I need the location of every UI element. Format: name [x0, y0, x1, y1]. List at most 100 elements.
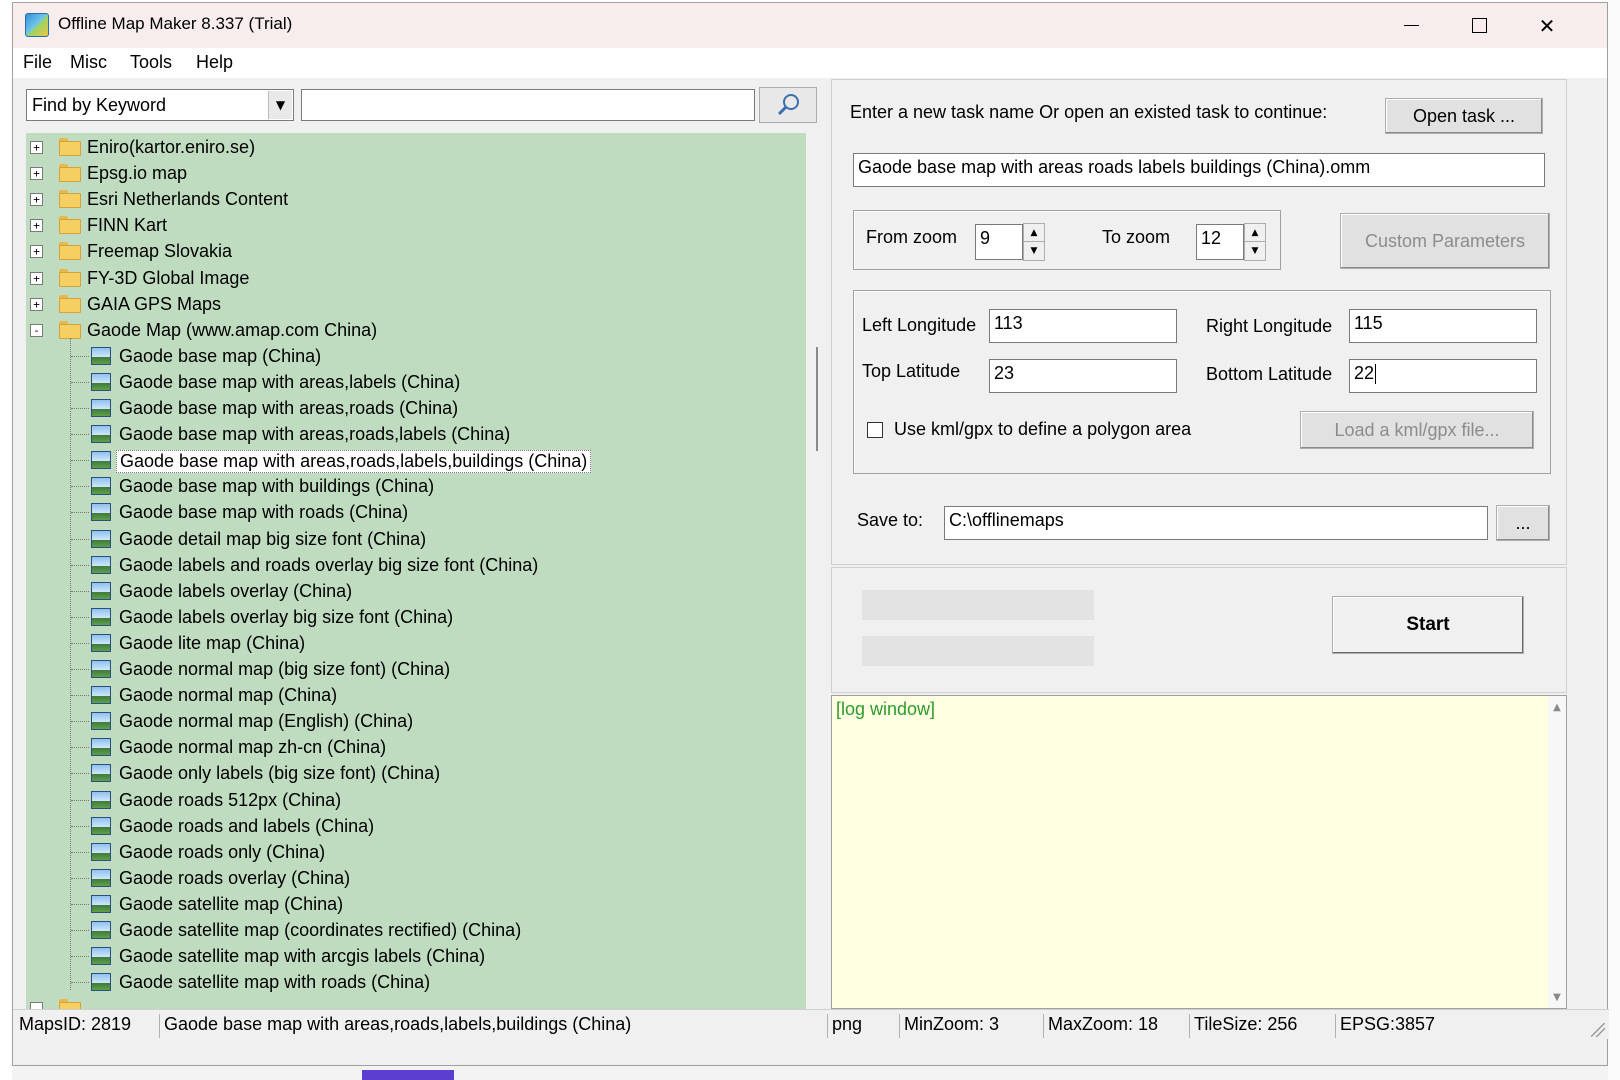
tree-map-label: Gaode base map with areas,labels (China): [119, 371, 461, 392]
kml-polygon-checkbox[interactable]: [867, 422, 883, 438]
tree-connector-line: [71, 512, 89, 514]
right-longitude-input[interactable]: 115: [1349, 309, 1537, 343]
tree-folder-label: FY-3D Global Image: [87, 267, 250, 288]
menu-tools[interactable]: Tools: [130, 52, 172, 73]
folder-open-icon: [59, 320, 81, 339]
tree-map-label: Gaode labels overlay big size font (Chin…: [119, 606, 454, 627]
resize-grip-icon[interactable]: [1591, 1023, 1605, 1037]
progress-panel: Start: [831, 567, 1567, 693]
browse-folder-button[interactable]: ...: [1496, 505, 1550, 541]
expand-icon[interactable]: +: [30, 167, 43, 181]
menu-bar: File Misc Tools Help: [13, 48, 1607, 78]
tree-scrollbar[interactable]: [816, 347, 818, 451]
chevron-up-icon[interactable]: ▲: [1245, 224, 1265, 242]
to-zoom-spinner[interactable]: ▲ ▼: [1244, 223, 1266, 261]
task-name-input[interactable]: Gaode base map with areas roads labels b…: [853, 153, 1545, 187]
tree-connector-line: [71, 825, 89, 827]
search-mode-value: Find by Keyword: [32, 95, 167, 115]
tree-map-label: Gaode lite map (China): [119, 632, 306, 653]
tree-map-label: Gaode normal map (China): [119, 685, 338, 706]
right-longitude-label: Right Longitude: [1206, 316, 1333, 336]
save-path-input[interactable]: C:\offlinemaps: [944, 506, 1488, 540]
map-image-icon: [91, 973, 111, 992]
log-scrollbar[interactable]: ▲ ▼: [1548, 696, 1566, 1008]
app-window: Offline Map Maker 8.337 (Trial) ✕ File M…: [12, 2, 1609, 1066]
progress-bar-1: [862, 590, 1094, 620]
search-mode-select[interactable]: Find by Keyword ▼: [26, 89, 294, 121]
tree-connector-line: [71, 930, 89, 931]
folder-icon: [59, 242, 81, 261]
start-button[interactable]: Start: [1332, 596, 1524, 654]
log-window[interactable]: [log window] ▲ ▼: [831, 695, 1567, 1009]
expand-icon[interactable]: [30, 1002, 43, 1009]
map-image-icon: [91, 581, 111, 600]
expand-icon[interactable]: +: [30, 271, 43, 285]
menu-misc[interactable]: Misc: [70, 52, 107, 73]
to-zoom-label: To zoom: [1102, 227, 1171, 247]
expand-icon[interactable]: +: [30, 193, 43, 207]
folder-icon: [59, 294, 81, 313]
folder-icon: [59, 138, 81, 156]
search-button[interactable]: [759, 87, 817, 123]
to-zoom-input[interactable]: 12: [1196, 224, 1244, 260]
progress-bar-2: [862, 636, 1094, 666]
chevron-down-icon[interactable]: ▼: [268, 91, 292, 119]
load-kml-button[interactable]: Load a kml/gpx file...: [1300, 411, 1534, 449]
tree-map-label: Gaode base map with areas,roads,labels,b…: [116, 450, 592, 474]
status-tile-size: TileSize: 256: [1189, 1014, 1297, 1038]
from-zoom-input[interactable]: 9: [975, 224, 1023, 260]
close-button[interactable]: ✕: [1513, 3, 1581, 48]
tree-map-label: Gaode labels and roads overlay big size …: [119, 554, 539, 575]
search-input[interactable]: [301, 89, 755, 121]
map-image-icon: [91, 921, 111, 939]
tree-map-label: Gaode roads and labels (China): [119, 815, 375, 836]
expand-icon[interactable]: +: [30, 141, 43, 154]
tree-connector-line: [71, 747, 89, 749]
tree-map-label: Gaode base map with buildings (China): [119, 476, 435, 497]
tree-map-label: Gaode normal map zh-cn (China): [119, 737, 387, 758]
collapse-icon[interactable]: -: [30, 323, 43, 337]
custom-parameters-button[interactable]: Custom Parameters: [1340, 213, 1550, 269]
tree-connector-line: [71, 903, 89, 905]
status-bar: MapsID: 2819 Gaode base map with areas,r…: [13, 1009, 1609, 1039]
scroll-up-icon[interactable]: ▲: [1548, 698, 1566, 716]
expand-icon[interactable]: +: [30, 245, 43, 259]
status-max-zoom: MaxZoom: 18: [1043, 1014, 1158, 1038]
expand-icon[interactable]: +: [30, 297, 43, 311]
map-image-icon: [91, 399, 111, 417]
bottom-latitude-input[interactable]: 22: [1349, 359, 1537, 393]
map-image-icon: [91, 477, 111, 496]
map-image-icon: [91, 868, 111, 887]
menu-file[interactable]: File: [23, 52, 52, 73]
scroll-down-icon[interactable]: ▼: [1548, 988, 1566, 1006]
tree-connector-line: [71, 721, 89, 723]
tree-map-label: Gaode satellite map (coordinates rectifi…: [119, 920, 522, 940]
open-task-button[interactable]: Open task ...: [1385, 98, 1543, 134]
maximize-button[interactable]: [1445, 3, 1513, 48]
folder-icon: [59, 999, 81, 1009]
map-image-icon: [91, 372, 111, 391]
menu-help[interactable]: Help: [196, 52, 233, 73]
chevron-down-icon[interactable]: ▼: [1024, 242, 1044, 260]
search-icon: [777, 94, 799, 116]
minimize-button[interactable]: [1377, 3, 1445, 48]
app-map-icon: [25, 13, 49, 37]
task-prompt-label: Enter a new task name Or open an existed…: [850, 102, 1328, 122]
map-source-tree[interactable]: + Eniro(kartor.eniro.se) + Epsg.io map + Esri…: [26, 133, 806, 1009]
chevron-down-icon[interactable]: ▼: [1245, 242, 1265, 260]
status-format: png: [827, 1014, 862, 1038]
expand-icon[interactable]: +: [30, 219, 43, 233]
background-page-right: [1608, 0, 1620, 1080]
map-image-icon: [91, 738, 111, 757]
map-image-icon: [91, 947, 111, 966]
kml-polygon-label: Use kml/gpx to define a polygon area: [894, 419, 1192, 439]
tree-connector-line: [71, 851, 89, 853]
from-zoom-label: From zoom: [866, 227, 958, 247]
left-longitude-input[interactable]: 113: [989, 309, 1177, 343]
from-zoom-spinner[interactable]: ▲ ▼: [1023, 223, 1045, 261]
top-latitude-input[interactable]: 23: [989, 359, 1177, 393]
folder-icon: [59, 190, 81, 209]
map-image-icon: [91, 425, 111, 444]
chevron-up-icon[interactable]: ▲: [1024, 224, 1044, 242]
text-cursor: [1375, 364, 1377, 385]
